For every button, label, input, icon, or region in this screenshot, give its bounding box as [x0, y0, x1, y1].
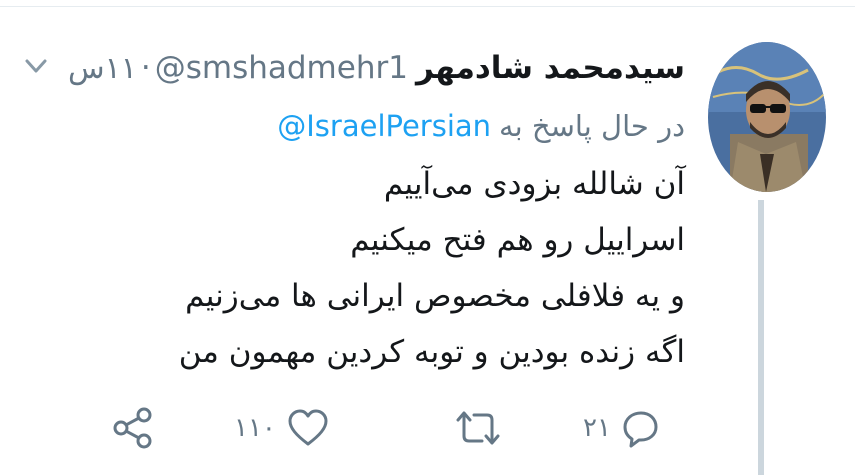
tweet-line: آن شالله بزودی می‌آییم — [383, 166, 685, 202]
display-name[interactable]: سیدمحمد شادمهر — [416, 50, 685, 86]
avatar[interactable] — [708, 42, 826, 192]
tweet-card[interactable]: سیدمحمد شادمهر @smshadmehr1 · ۱۱س در حال… — [0, 0, 855, 475]
like-button[interactable]: ۱۱۰ — [234, 400, 330, 456]
timestamp[interactable]: ۱۱س — [68, 51, 137, 86]
retweet-button[interactable] — [452, 400, 504, 456]
top-divider — [0, 6, 855, 7]
tweet-text: آن شالله بزودی می‌آییم اسراییل رو هم فتح… — [45, 156, 685, 380]
username[interactable]: @smshadmehr1 — [155, 50, 408, 86]
reply-icon — [621, 408, 661, 448]
retweet-icon — [452, 408, 504, 448]
replying-to: در حال پاسخ به @IsraelPersian — [277, 100, 685, 152]
replying-to-label: در حال پاسخ به — [499, 109, 685, 143]
tweet-line: اگه زنده بودین و توبه کردین مهمون من — [178, 334, 685, 370]
share-button[interactable] — [111, 400, 155, 456]
separator: · — [140, 50, 151, 86]
share-icon — [111, 406, 155, 450]
replying-to-handle[interactable]: @IsraelPersian — [277, 109, 491, 143]
reply-button[interactable]: ۲۱ — [583, 400, 661, 456]
tweet-header: سیدمحمد شادمهر @smshadmehr1 · ۱۱س — [68, 40, 685, 96]
thread-line — [758, 200, 764, 475]
like-count: ۱۱۰ — [234, 413, 276, 443]
tweet-line: و یه فلافلی مخصوص ایرانی ها می‌زنیم — [185, 278, 685, 314]
heart-icon — [286, 408, 330, 448]
chevron-down-icon[interactable] — [22, 52, 50, 80]
tweet-line: اسراییل رو هم فتح میکنیم — [350, 222, 685, 258]
reply-count: ۲۱ — [583, 413, 611, 443]
